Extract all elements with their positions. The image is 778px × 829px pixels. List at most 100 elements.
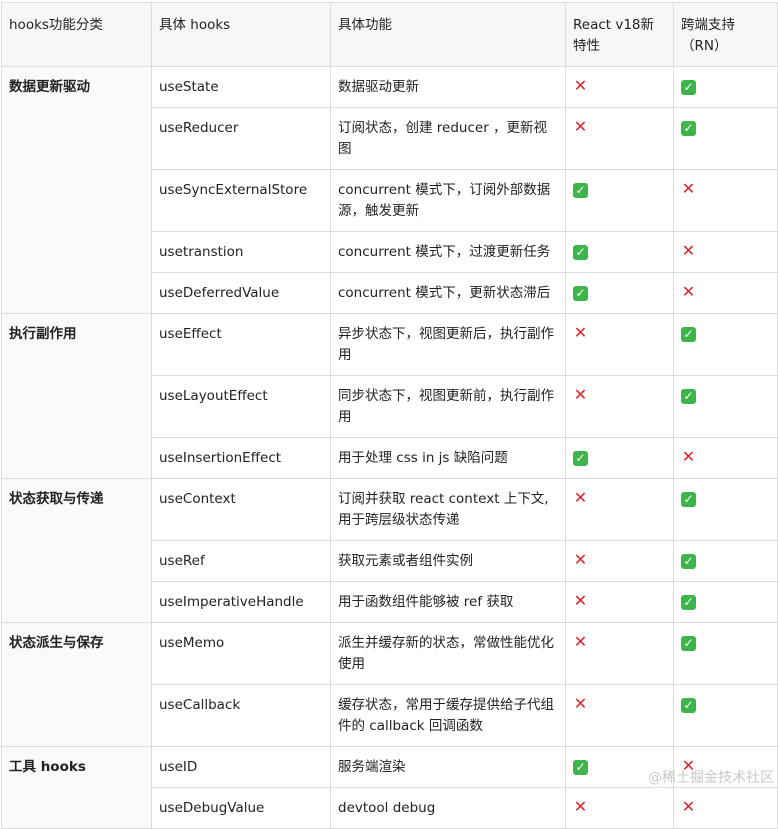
check-icon: ✓ bbox=[573, 245, 588, 260]
check-icon: ✓ bbox=[681, 595, 696, 610]
v18-support-cell: ✕ bbox=[565, 581, 674, 623]
hook-name-cell: usetranstion bbox=[151, 231, 331, 273]
hook-name-cell: useState bbox=[151, 66, 331, 108]
hook-name-cell: useDebugValue bbox=[151, 787, 331, 829]
check-icon: ✓ bbox=[681, 121, 696, 136]
rn-support-cell: ✕ bbox=[673, 437, 778, 479]
cross-icon: ✕ bbox=[681, 282, 696, 301]
v18-support-cell: ✕ bbox=[565, 375, 674, 438]
check-icon: ✓ bbox=[681, 492, 696, 507]
check-icon: ✓ bbox=[681, 80, 696, 95]
header-row: hooks功能分类 具体 hooks 具体功能 React v18新特性 跨端支… bbox=[1, 2, 778, 67]
rn-support-cell: ✓ bbox=[673, 313, 778, 376]
function-desc-cell: 订阅状态，创建 reducer ，更新视图 bbox=[330, 107, 566, 170]
header-hook: 具体 hooks bbox=[151, 2, 331, 67]
v18-support-cell: ✕ bbox=[565, 66, 674, 108]
category-cell: 状态获取与传递 bbox=[1, 478, 152, 623]
function-desc-cell: 获取元素或者组件实例 bbox=[330, 540, 566, 582]
v18-support-cell: ✓ bbox=[565, 169, 674, 232]
function-desc-cell: devtool debug bbox=[330, 787, 566, 829]
rn-support-cell: ✕ bbox=[673, 272, 778, 314]
category-cell: 数据更新驱动 bbox=[1, 66, 152, 314]
v18-support-cell: ✕ bbox=[565, 787, 674, 829]
check-icon: ✓ bbox=[681, 554, 696, 569]
hook-name-cell: useReducer bbox=[151, 107, 331, 170]
rn-support-cell: ✓ bbox=[673, 375, 778, 438]
cross-icon: ✕ bbox=[573, 591, 588, 610]
cross-icon: ✕ bbox=[573, 550, 588, 569]
cross-icon: ✕ bbox=[681, 241, 696, 260]
check-icon: ✓ bbox=[573, 286, 588, 301]
cross-icon: ✕ bbox=[573, 385, 588, 404]
category-cell: 执行副作用 bbox=[1, 313, 152, 479]
watermark: @稀土掘金技术社区 bbox=[648, 770, 774, 786]
check-icon: ✓ bbox=[681, 327, 696, 342]
rn-support-cell: ✓ bbox=[673, 66, 778, 108]
table-row: 状态获取与传递 useContext 订阅并获取 react context 上下文… bbox=[1, 478, 778, 623]
v18-support-cell: ✕ bbox=[565, 540, 674, 582]
cross-icon: ✕ bbox=[573, 323, 588, 342]
rn-support-cell: ✕ bbox=[673, 231, 778, 273]
cross-icon: ✕ bbox=[573, 488, 588, 507]
cross-icon: ✕ bbox=[573, 117, 588, 136]
rn-support-cell: ✓ bbox=[673, 107, 778, 170]
hook-name-cell: useSyncExternalStore bbox=[151, 169, 331, 232]
cross-icon: ✕ bbox=[573, 797, 588, 816]
cross-icon: ✕ bbox=[573, 76, 588, 95]
cross-icon: ✕ bbox=[573, 694, 588, 713]
function-desc-cell: 用于处理 css in js 缺陷问题 bbox=[330, 437, 566, 479]
function-desc-cell: 数据驱动更新 bbox=[330, 66, 566, 108]
rn-support-cell: ✕ bbox=[673, 787, 778, 829]
header-function: 具体功能 bbox=[330, 2, 566, 67]
cross-icon: ✕ bbox=[573, 632, 588, 651]
rn-support-cell: ✕ bbox=[673, 169, 778, 232]
hook-name-cell: useMemo bbox=[151, 622, 331, 685]
header-category: hooks功能分类 bbox=[1, 2, 152, 67]
hook-name-cell: useEffect bbox=[151, 313, 331, 376]
check-icon: ✓ bbox=[573, 451, 588, 466]
function-desc-cell: 派生并缓存新的状态，常做性能优化使用 bbox=[330, 622, 566, 685]
hook-name-cell: useLayoutEffect bbox=[151, 375, 331, 438]
header-rn: 跨端支持（RN） bbox=[673, 2, 778, 67]
hook-name-cell: useID bbox=[151, 746, 331, 788]
table-row: 数据更新驱动 useState 数据驱动更新 ✕ ✓ bbox=[1, 66, 778, 314]
function-desc-cell: concurrent 模式下，订阅外部数据源，触发更新 bbox=[330, 169, 566, 232]
hook-name-cell: useInsertionEffect bbox=[151, 437, 331, 479]
hook-name-cell: useContext bbox=[151, 478, 331, 541]
hook-name-cell: useImperativeHandle bbox=[151, 581, 331, 623]
check-icon: ✓ bbox=[681, 698, 696, 713]
v18-support-cell: ✕ bbox=[565, 684, 674, 747]
function-desc-cell: 异步状态下，视图更新后，执行副作用 bbox=[330, 313, 566, 376]
function-desc-cell: concurrent 模式下，过渡更新任务 bbox=[330, 231, 566, 273]
v18-support-cell: ✓ bbox=[565, 437, 674, 479]
check-icon: ✓ bbox=[573, 760, 588, 775]
v18-support-cell: ✕ bbox=[565, 313, 674, 376]
rn-support-cell: ✓ bbox=[673, 622, 778, 685]
function-desc-cell: 缓存状态，常用于缓存提供给子代组件的 callback 回调函数 bbox=[330, 684, 566, 747]
rn-support-cell: ✓ bbox=[673, 581, 778, 623]
function-desc-cell: 同步状态下，视图更新前，执行副作用 bbox=[330, 375, 566, 438]
check-icon: ✓ bbox=[681, 636, 696, 651]
function-desc-cell: 订阅并获取 react context 上下文,用于跨层级状态传递 bbox=[330, 478, 566, 541]
table-row: 状态派生与保存 useMemo 派生并缓存新的状态，常做性能优化使用 ✕ ✓ bbox=[1, 622, 778, 747]
cross-icon: ✕ bbox=[681, 179, 696, 198]
v18-support-cell: ✕ bbox=[565, 107, 674, 170]
check-icon: ✓ bbox=[573, 183, 588, 198]
hooks-table: hooks功能分类 具体 hooks 具体功能 React v18新特性 跨端支… bbox=[1, 2, 778, 829]
header-v18: React v18新特性 bbox=[565, 2, 674, 67]
function-desc-cell: 用于函数组件能够被 ref 获取 bbox=[330, 581, 566, 623]
function-desc-cell: concurrent 模式下，更新状态滞后 bbox=[330, 272, 566, 314]
cross-icon: ✕ bbox=[681, 447, 696, 466]
rn-support-cell: ✓ bbox=[673, 478, 778, 541]
hook-name-cell: useCallback bbox=[151, 684, 331, 747]
cross-icon: ✕ bbox=[681, 797, 696, 816]
hook-name-cell: useRef bbox=[151, 540, 331, 582]
category-cell: 工具 hooks bbox=[1, 746, 152, 829]
table-row: 执行副作用 useEffect 异步状态下，视图更新后，执行副作用 ✕ ✓ bbox=[1, 313, 778, 479]
check-icon: ✓ bbox=[681, 389, 696, 404]
rn-support-cell: ✓ bbox=[673, 684, 778, 747]
category-cell: 状态派生与保存 bbox=[1, 622, 152, 747]
v18-support-cell: ✕ bbox=[565, 622, 674, 685]
v18-support-cell: ✕ bbox=[565, 478, 674, 541]
v18-support-cell: ✓ bbox=[565, 272, 674, 314]
